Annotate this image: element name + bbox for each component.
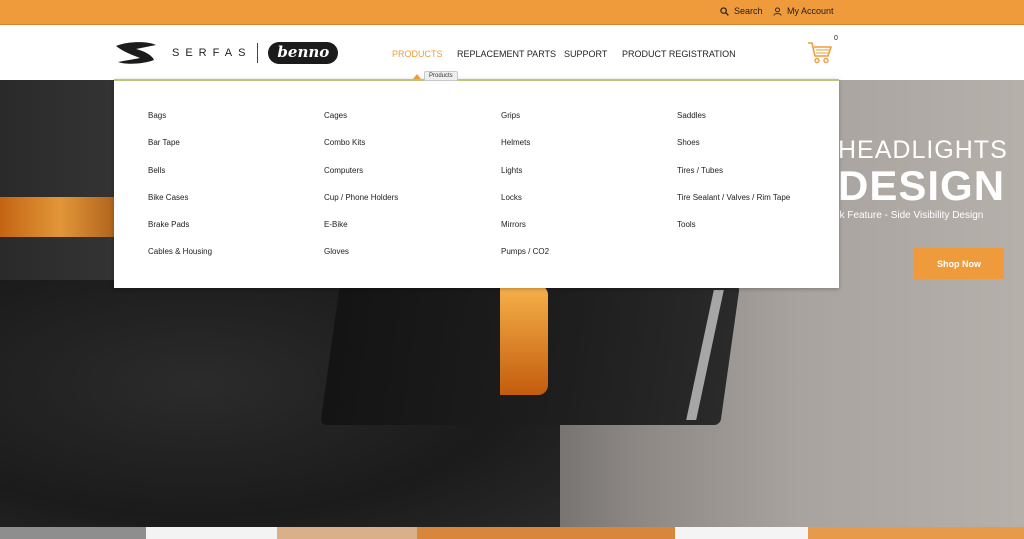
- menu-item-cup-phone-holders[interactable]: Cup / Phone Holders: [324, 193, 398, 220]
- hero-subtitle: ock Feature - Side Visibility Design: [829, 210, 984, 221]
- menu-item-mirrors[interactable]: Mirrors: [501, 220, 549, 247]
- logo-divider: [257, 43, 259, 63]
- site-header: SERFAS benno PRODUCTS REPLACEMENT PARTS …: [0, 25, 1024, 80]
- menu-item-bells[interactable]: Bells: [148, 166, 212, 193]
- cart-icon[interactable]: [807, 39, 833, 65]
- tile-6[interactable]: [808, 527, 1024, 539]
- menu-item-tools[interactable]: Tools: [677, 220, 790, 247]
- bottom-tiles: [0, 527, 1024, 539]
- site-logo[interactable]: SERFAS benno: [114, 40, 339, 66]
- menu-item-gloves[interactable]: Gloves: [324, 247, 398, 274]
- menu-item-grips[interactable]: Grips: [501, 111, 549, 138]
- menu-column-1: Bags Bar Tape Bells Bike Cases Brake Pad…: [148, 111, 212, 275]
- menu-item-locks[interactable]: Locks: [501, 193, 549, 220]
- search-link[interactable]: Search: [720, 6, 763, 16]
- menu-column-3: Grips Helmets Lights Locks Mirrors Pumps…: [501, 111, 549, 275]
- menu-column-4: Saddles Shoes Tires / Tubes Tire Sealant…: [677, 111, 790, 247]
- nav-products[interactable]: PRODUCTS: [392, 49, 443, 59]
- search-label: Search: [734, 6, 763, 16]
- menu-item-cables-housing[interactable]: Cables & Housing: [148, 247, 212, 274]
- menu-item-brake-pads[interactable]: Brake Pads: [148, 220, 212, 247]
- tile-4[interactable]: [417, 527, 675, 539]
- menu-item-bags[interactable]: Bags: [148, 111, 212, 138]
- products-tooltip: Products: [424, 71, 458, 81]
- shop-now-button[interactable]: Shop Now: [914, 248, 1004, 279]
- menu-item-lights[interactable]: Lights: [501, 166, 549, 193]
- logo-serfas-text: SERFAS: [172, 47, 252, 59]
- nav-support[interactable]: SUPPORT: [564, 49, 607, 59]
- cart-count: 0: [834, 35, 838, 42]
- menu-item-computers[interactable]: Computers: [324, 166, 398, 193]
- hero-amber-lens: [500, 285, 548, 395]
- menu-item-cages[interactable]: Cages: [324, 111, 398, 138]
- tile-5[interactable]: [675, 527, 808, 539]
- nav-replacement-parts[interactable]: REPLACEMENT PARTS: [457, 49, 556, 59]
- tile-2[interactable]: [146, 527, 277, 539]
- menu-item-pumps-co2[interactable]: Pumps / CO2: [501, 247, 549, 274]
- hero-amber-light: [0, 197, 120, 237]
- products-mega-menu: Bags Bar Tape Bells Bike Cases Brake Pad…: [114, 79, 839, 288]
- tile-1[interactable]: [0, 527, 146, 539]
- hero-heading-line2: DESIGN: [838, 162, 1006, 209]
- hero-heading-line1: HEADLIGHTS: [838, 136, 1008, 164]
- nav-product-registration[interactable]: PRODUCT REGISTRATION: [622, 49, 736, 59]
- serfas-swoosh-icon: [116, 42, 156, 64]
- logo-benno-text: benno: [268, 42, 339, 64]
- menu-item-tire-sealant[interactable]: Tire Sealant / Valves / Rim Tape: [677, 193, 790, 220]
- menu-item-shoes[interactable]: Shoes: [677, 138, 790, 165]
- menu-item-e-bike[interactable]: E-Bike: [324, 220, 398, 247]
- user-icon: [773, 6, 782, 16]
- menu-item-tires-tubes[interactable]: Tires / Tubes: [677, 166, 790, 193]
- menu-item-combo-kits[interactable]: Combo Kits: [324, 138, 398, 165]
- menu-item-saddles[interactable]: Saddles: [677, 111, 790, 138]
- account-label: My Account: [787, 6, 834, 16]
- top-bar: Search My Account: [0, 0, 1024, 25]
- nav-active-caret: [413, 74, 421, 79]
- menu-item-bar-tape[interactable]: Bar Tape: [148, 138, 212, 165]
- menu-item-helmets[interactable]: Helmets: [501, 138, 549, 165]
- my-account-link[interactable]: My Account: [773, 6, 834, 16]
- menu-item-bike-cases[interactable]: Bike Cases: [148, 193, 212, 220]
- search-icon: [720, 6, 729, 16]
- tile-3[interactable]: [277, 527, 417, 539]
- menu-column-2: Cages Combo Kits Computers Cup / Phone H…: [324, 111, 398, 275]
